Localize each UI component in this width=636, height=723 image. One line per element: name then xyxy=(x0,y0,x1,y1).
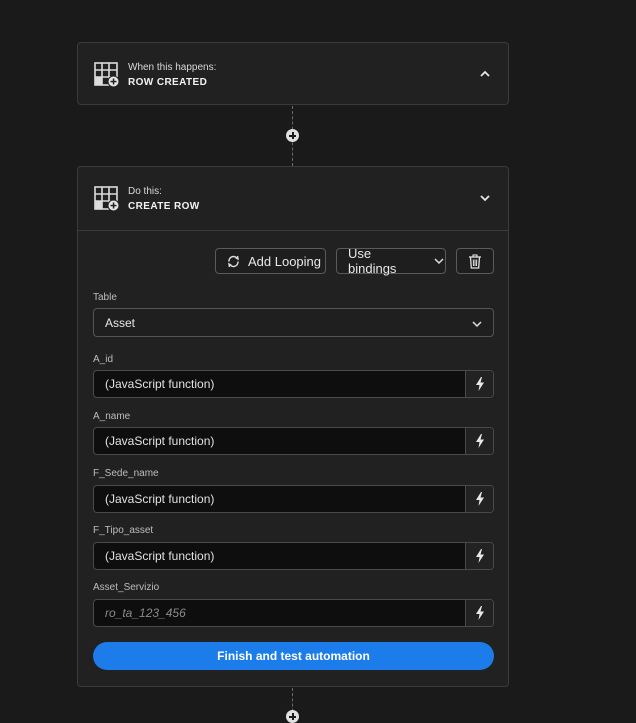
field-label-f-sede-name: F_Sede_name xyxy=(93,468,159,479)
add-step-icon[interactable] xyxy=(286,129,299,142)
trigger-title: ROW CREATED xyxy=(128,77,207,88)
finish-and-test-button[interactable]: Finish and test automation xyxy=(93,642,494,670)
field-label-a-name: A_name xyxy=(93,411,130,422)
action-block: Do this: CREATE ROW Add Looping Use bind… xyxy=(77,166,509,687)
bindings-bolt-button[interactable] xyxy=(465,428,493,454)
lightning-icon xyxy=(475,606,485,620)
lightning-icon xyxy=(475,377,485,391)
use-bindings-label: Use bindings xyxy=(348,246,423,276)
add-looping-button[interactable]: Add Looping xyxy=(215,248,326,274)
trigger-label: When this happens: xyxy=(128,62,216,73)
action-title: CREATE ROW xyxy=(128,201,200,212)
field-input-a-id[interactable]: (JavaScript function) xyxy=(93,370,494,398)
delete-step-button[interactable] xyxy=(456,248,494,274)
chevron-up-icon[interactable] xyxy=(478,67,492,81)
table-label: Table xyxy=(93,292,117,303)
field-value[interactable]: (JavaScript function) xyxy=(94,492,465,506)
table-add-icon xyxy=(94,186,120,212)
field-label-a-id: A_id xyxy=(93,354,113,365)
lightning-icon xyxy=(475,549,485,563)
action-label: Do this: xyxy=(128,186,162,197)
field-value[interactable]: (JavaScript function) xyxy=(94,549,465,563)
header-divider xyxy=(78,230,508,231)
chevron-down-icon[interactable] xyxy=(478,191,492,205)
trash-icon xyxy=(468,254,482,269)
chevron-down-icon xyxy=(471,318,483,330)
trigger-header[interactable]: When this happens: ROW CREATED xyxy=(78,43,508,106)
add-step-icon[interactable] xyxy=(286,710,299,723)
field-placeholder[interactable]: ro_ta_123_456 xyxy=(94,606,465,620)
lightning-icon xyxy=(475,434,485,448)
field-label-asset-servizio: Asset_Servizio xyxy=(93,582,159,593)
field-input-asset-servizio[interactable]: ro_ta_123_456 xyxy=(93,599,494,627)
trigger-block[interactable]: When this happens: ROW CREATED xyxy=(77,42,509,105)
field-value[interactable]: (JavaScript function) xyxy=(94,434,465,448)
table-add-icon xyxy=(94,62,120,88)
field-input-f-sede-name[interactable]: (JavaScript function) xyxy=(93,485,494,513)
loop-icon xyxy=(226,254,241,269)
field-value[interactable]: (JavaScript function) xyxy=(94,377,465,391)
use-bindings-button[interactable]: Use bindings xyxy=(336,248,446,274)
bindings-bolt-button[interactable] xyxy=(465,486,493,512)
bindings-bolt-button[interactable] xyxy=(465,371,493,397)
table-select-value: Asset xyxy=(105,316,135,330)
bindings-bolt-button[interactable] xyxy=(465,543,493,569)
chevron-down-icon xyxy=(433,255,445,267)
field-input-a-name[interactable]: (JavaScript function) xyxy=(93,427,494,455)
table-select[interactable]: Asset xyxy=(93,308,494,337)
field-input-f-tipo-asset[interactable]: (JavaScript function) xyxy=(93,542,494,570)
lightning-icon xyxy=(475,492,485,506)
field-label-f-tipo-asset: F_Tipo_asset xyxy=(93,525,153,536)
add-looping-label: Add Looping xyxy=(248,254,321,269)
action-header[interactable]: Do this: CREATE ROW xyxy=(78,167,508,230)
bindings-bolt-button[interactable] xyxy=(465,600,493,626)
